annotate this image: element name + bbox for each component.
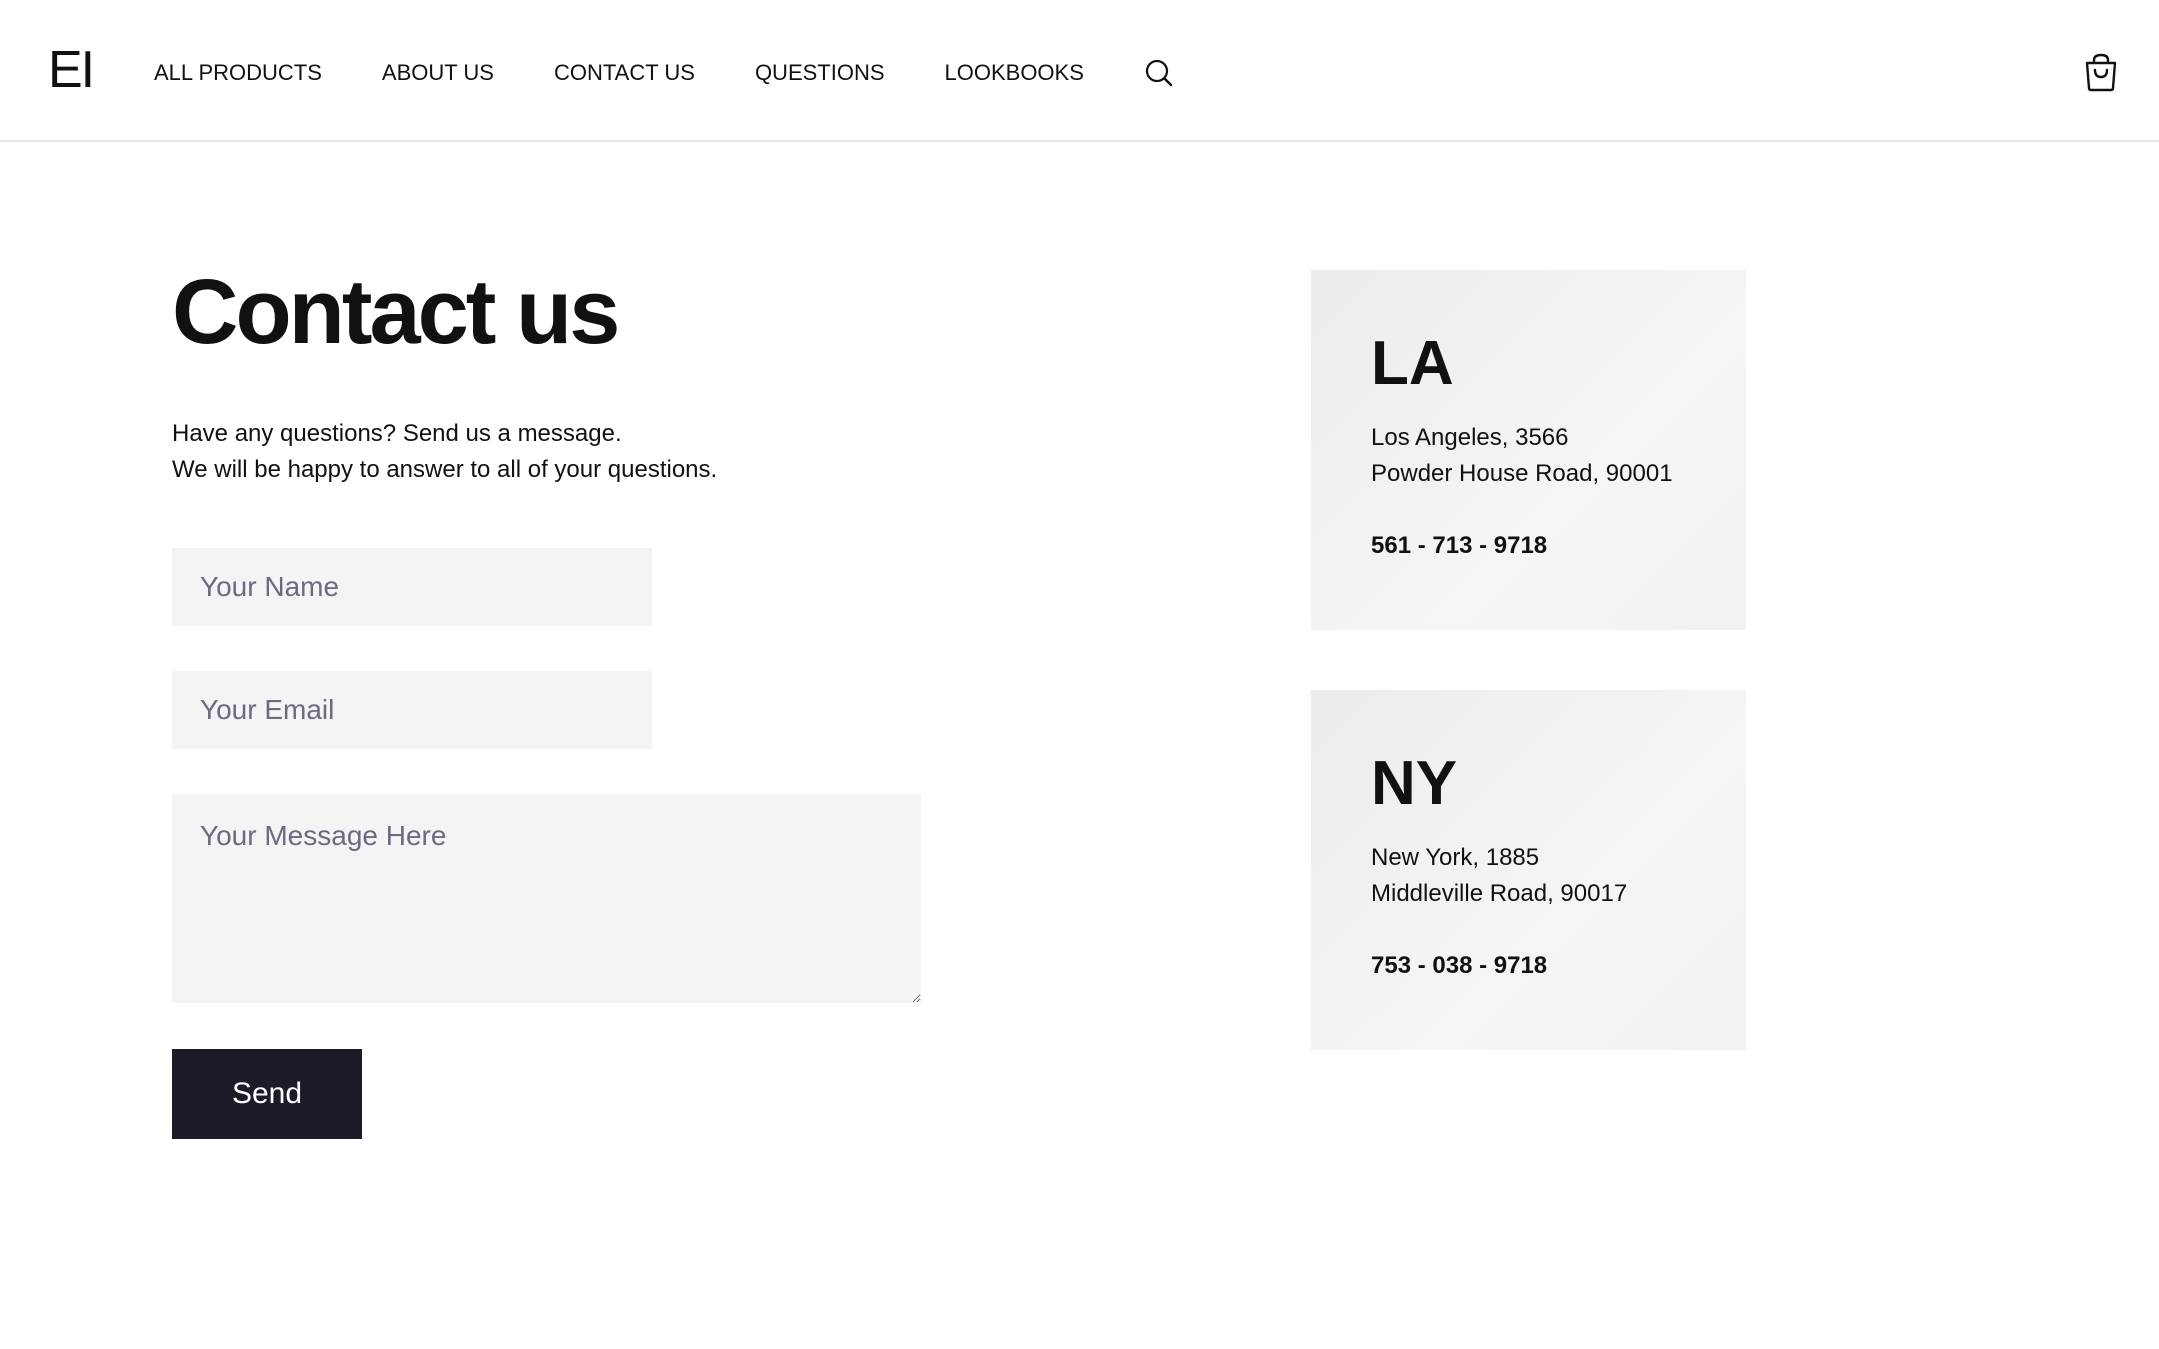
location-address-line: Los Angeles, 3566 [1371, 424, 1569, 451]
nav-item-about-us[interactable]: ABOUT US [382, 58, 494, 88]
shopping-bag-icon[interactable] [2083, 52, 2119, 92]
main-nav: ALL PRODUCTS ABOUT US CONTACT US QUESTIO… [154, 58, 1174, 88]
nav-item-all-products[interactable]: ALL PRODUCTS [154, 58, 322, 88]
nav-item-questions[interactable]: QUESTIONS [755, 58, 885, 88]
send-button[interactable]: Send [172, 1049, 362, 1139]
location-title: NY [1371, 749, 1458, 818]
location-phone: 561 - 713 - 9718 [1371, 532, 1548, 559]
location-title: LA [1371, 329, 1454, 398]
page-title: Contact us [172, 261, 620, 363]
nav-item-lookbooks[interactable]: LOOKBOOKS [945, 58, 1084, 88]
location-card-ny: NY New York, 1885 Middleville Road, 9001… [1311, 690, 1746, 1050]
site-logo[interactable]: EI [48, 44, 95, 96]
message-textarea[interactable] [172, 794, 921, 1003]
location-phone: 753 - 038 - 9718 [1371, 952, 1548, 979]
location-card-la: LA Los Angeles, 3566 Powder House Road, … [1311, 270, 1746, 630]
site-header: EI ALL PRODUCTS ABOUT US CONTACT US QUES… [0, 0, 2159, 142]
location-address-line: Powder House Road, 90001 [1371, 460, 1673, 487]
search-icon[interactable] [1144, 58, 1174, 88]
nav-item-contact-us[interactable]: CONTACT US [554, 58, 695, 88]
name-input[interactable] [172, 548, 652, 626]
email-input[interactable] [172, 671, 652, 749]
intro-text: Have any questions? Send us a message. W… [172, 416, 717, 488]
location-address-line: New York, 1885 [1371, 844, 1540, 871]
location-address-line: Middleville Road, 90017 [1371, 880, 1628, 907]
intro-line: We will be happy to answer to all of you… [172, 456, 718, 483]
intro-line: Have any questions? Send us a message. [172, 420, 622, 447]
